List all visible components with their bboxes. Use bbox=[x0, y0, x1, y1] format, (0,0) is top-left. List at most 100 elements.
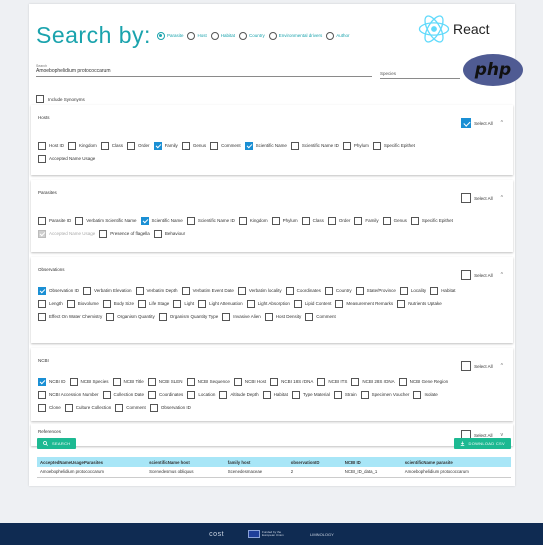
checkbox-icon[interactable] bbox=[186, 216, 195, 225]
field-checkbox-genus[interactable]: Genus bbox=[181, 141, 206, 150]
checkbox-icon[interactable] bbox=[36, 95, 44, 103]
checkbox-icon[interactable] bbox=[153, 229, 162, 238]
checkbox-icon[interactable] bbox=[399, 286, 408, 295]
field-checkbox-coordinates[interactable]: Coordinates bbox=[148, 390, 183, 399]
field-checkbox-ncbi-species[interactable]: NCBI Species bbox=[69, 377, 109, 386]
checkbox-icon[interactable] bbox=[246, 299, 255, 308]
field-checkbox-specimen-voucher[interactable]: Specimen Voucher bbox=[360, 390, 409, 399]
field-checkbox-ncbi-title[interactable]: NCBI Title bbox=[112, 377, 144, 386]
field-checkbox-verbatim-elevation[interactable]: Verbatim Elevation bbox=[83, 286, 132, 295]
checkbox-icon[interactable] bbox=[233, 377, 242, 386]
checkbox-icon[interactable] bbox=[38, 141, 46, 150]
field-checkbox-verbatim-scientific-name[interactable]: Verbatim Scientific Name bbox=[75, 216, 137, 225]
checkbox-icon[interactable] bbox=[38, 216, 46, 225]
column-header[interactable]: scientificName host bbox=[146, 457, 225, 467]
field-checkbox-host-density[interactable]: Host Density bbox=[264, 312, 301, 321]
checkbox-icon[interactable] bbox=[461, 361, 472, 371]
checkbox-icon[interactable] bbox=[324, 286, 333, 295]
radio-habitat[interactable]: Habitat bbox=[210, 31, 235, 40]
checkbox-icon[interactable] bbox=[342, 141, 351, 150]
field-checkbox-family[interactable]: Family bbox=[354, 216, 379, 225]
field-checkbox-kingdom[interactable]: Kingdom bbox=[238, 216, 268, 225]
radio-host[interactable]: Host bbox=[187, 31, 207, 40]
radio-environmental-drivers[interactable]: Environmental drivers bbox=[268, 31, 322, 40]
checkbox-icon[interactable] bbox=[372, 141, 381, 150]
checkbox-icon[interactable] bbox=[140, 216, 149, 225]
select-all-checkbox[interactable]: Select All ^ bbox=[461, 270, 503, 280]
field-checkbox-verbatim-locality[interactable]: Verbatim locality bbox=[237, 286, 282, 295]
field-checkbox-light[interactable]: Light bbox=[173, 299, 194, 308]
checkbox-icon[interactable] bbox=[461, 118, 472, 128]
checkbox-icon[interactable] bbox=[138, 299, 147, 308]
field-checkbox-ncbi-18s-rdna[interactable]: NCBI 18S rDNA bbox=[270, 377, 313, 386]
checkbox-icon[interactable] bbox=[301, 216, 310, 225]
field-checkbox-class[interactable]: Class bbox=[301, 216, 324, 225]
include-synonyms-checkbox[interactable]: Include Synonyms bbox=[36, 95, 85, 103]
field-checkbox-habitat[interactable]: Habitat bbox=[262, 390, 288, 399]
field-checkbox-culture-collection[interactable]: Culture Collection bbox=[64, 403, 111, 412]
download-csv-button[interactable]: DOWNLOAD CSV bbox=[453, 438, 511, 449]
field-checkbox-ncbi-gene-region[interactable]: NCBI Gene Region bbox=[398, 377, 448, 386]
field-checkbox-location[interactable]: Location bbox=[187, 390, 215, 399]
checkbox-icon[interactable] bbox=[382, 216, 391, 225]
checkbox-icon[interactable] bbox=[38, 286, 46, 295]
field-checkbox-biovolume[interactable]: Biovolume bbox=[66, 299, 99, 308]
checkbox-icon[interactable] bbox=[291, 390, 300, 399]
column-header[interactable]: NCBI ID bbox=[341, 457, 402, 467]
field-checkbox-scientific-name[interactable]: Scientific Name bbox=[244, 141, 287, 150]
field-checkbox-lipid-content[interactable]: Lipid Content bbox=[293, 299, 331, 308]
species-select[interactable]: Species bbox=[380, 71, 460, 79]
checkbox-icon[interactable] bbox=[333, 390, 342, 399]
field-checkbox-life-stage[interactable]: Life Stage bbox=[138, 299, 169, 308]
chevron-up-icon[interactable]: ^ bbox=[501, 120, 503, 126]
table-row[interactable]: Amoebophelidium protococcarum Scenedesmus… bbox=[37, 467, 511, 478]
column-header[interactable]: family host bbox=[224, 457, 288, 467]
checkbox-icon[interactable] bbox=[271, 216, 280, 225]
checkbox-icon[interactable] bbox=[264, 312, 273, 321]
checkbox-icon[interactable] bbox=[461, 270, 472, 280]
field-checkbox-accepted-name-usage[interactable]: Accepted Name Usage bbox=[38, 154, 95, 163]
field-checkbox-coordinates[interactable]: Coordinates bbox=[285, 286, 321, 295]
radio-circle-icon[interactable] bbox=[326, 31, 335, 40]
checkbox-icon[interactable] bbox=[149, 403, 158, 412]
checkbox-icon[interactable] bbox=[69, 377, 78, 386]
field-checkbox-ncbi-slen[interactable]: NCBI SLEN bbox=[147, 377, 183, 386]
checkbox-icon[interactable] bbox=[354, 216, 363, 225]
checkbox-icon[interactable] bbox=[270, 377, 279, 386]
checkbox-icon[interactable] bbox=[355, 286, 364, 295]
field-checkbox-ncbi-host[interactable]: NCBI Host bbox=[233, 377, 266, 386]
checkbox-icon[interactable] bbox=[398, 377, 407, 386]
field-checkbox-collection-date[interactable]: Collection Date bbox=[102, 390, 144, 399]
checkbox-icon[interactable] bbox=[135, 286, 144, 295]
checkbox-icon[interactable] bbox=[66, 299, 75, 308]
field-checkbox-comment[interactable]: Comment bbox=[305, 312, 336, 321]
checkbox-icon[interactable] bbox=[75, 216, 84, 225]
checkbox-icon[interactable] bbox=[83, 286, 92, 295]
checkbox-icon[interactable] bbox=[222, 312, 231, 321]
field-checkbox-scientific-name[interactable]: Scientific Name bbox=[140, 216, 183, 225]
field-checkbox-parasite-id[interactable]: Parasite ID bbox=[38, 216, 71, 225]
checkbox-icon[interactable] bbox=[158, 312, 167, 321]
radio-circle-icon[interactable] bbox=[210, 31, 219, 40]
checkbox-icon[interactable] bbox=[238, 216, 247, 225]
chevron-up-icon[interactable]: ^ bbox=[501, 363, 503, 369]
field-checkbox-comment[interactable]: Comment bbox=[115, 403, 146, 412]
checkbox-icon[interactable] bbox=[262, 390, 271, 399]
checkbox-icon[interactable] bbox=[305, 312, 314, 321]
checkbox-icon[interactable] bbox=[99, 229, 108, 238]
field-checkbox-country[interactable]: Country bbox=[324, 286, 352, 295]
field-checkbox-altitude-depth[interactable]: Altitude Depth bbox=[219, 390, 259, 399]
field-checkbox-strain[interactable]: Strain bbox=[333, 390, 357, 399]
field-checkbox-verbatim-event-date[interactable]: Verbatim Event Date bbox=[181, 286, 234, 295]
radio-author[interactable]: Author bbox=[326, 31, 350, 40]
checkbox-icon[interactable] bbox=[293, 299, 302, 308]
field-checkbox-ncbi-28s-rdna[interactable]: NCBI 28S rDNA bbox=[351, 377, 395, 386]
field-checkbox-host-id[interactable]: Host ID bbox=[38, 141, 64, 150]
checkbox-icon[interactable] bbox=[198, 299, 207, 308]
search-button[interactable]: SEARCH bbox=[37, 438, 77, 449]
checkbox-icon[interactable] bbox=[413, 390, 422, 399]
radio-country[interactable]: Country bbox=[239, 31, 265, 40]
field-checkbox-body-size[interactable]: Body Size bbox=[102, 299, 134, 308]
field-checkbox-verbatim-depth[interactable]: Verbatim Depth bbox=[135, 286, 178, 295]
field-checkbox-organism-quantity-type[interactable]: Organism Quantity Type bbox=[158, 312, 218, 321]
